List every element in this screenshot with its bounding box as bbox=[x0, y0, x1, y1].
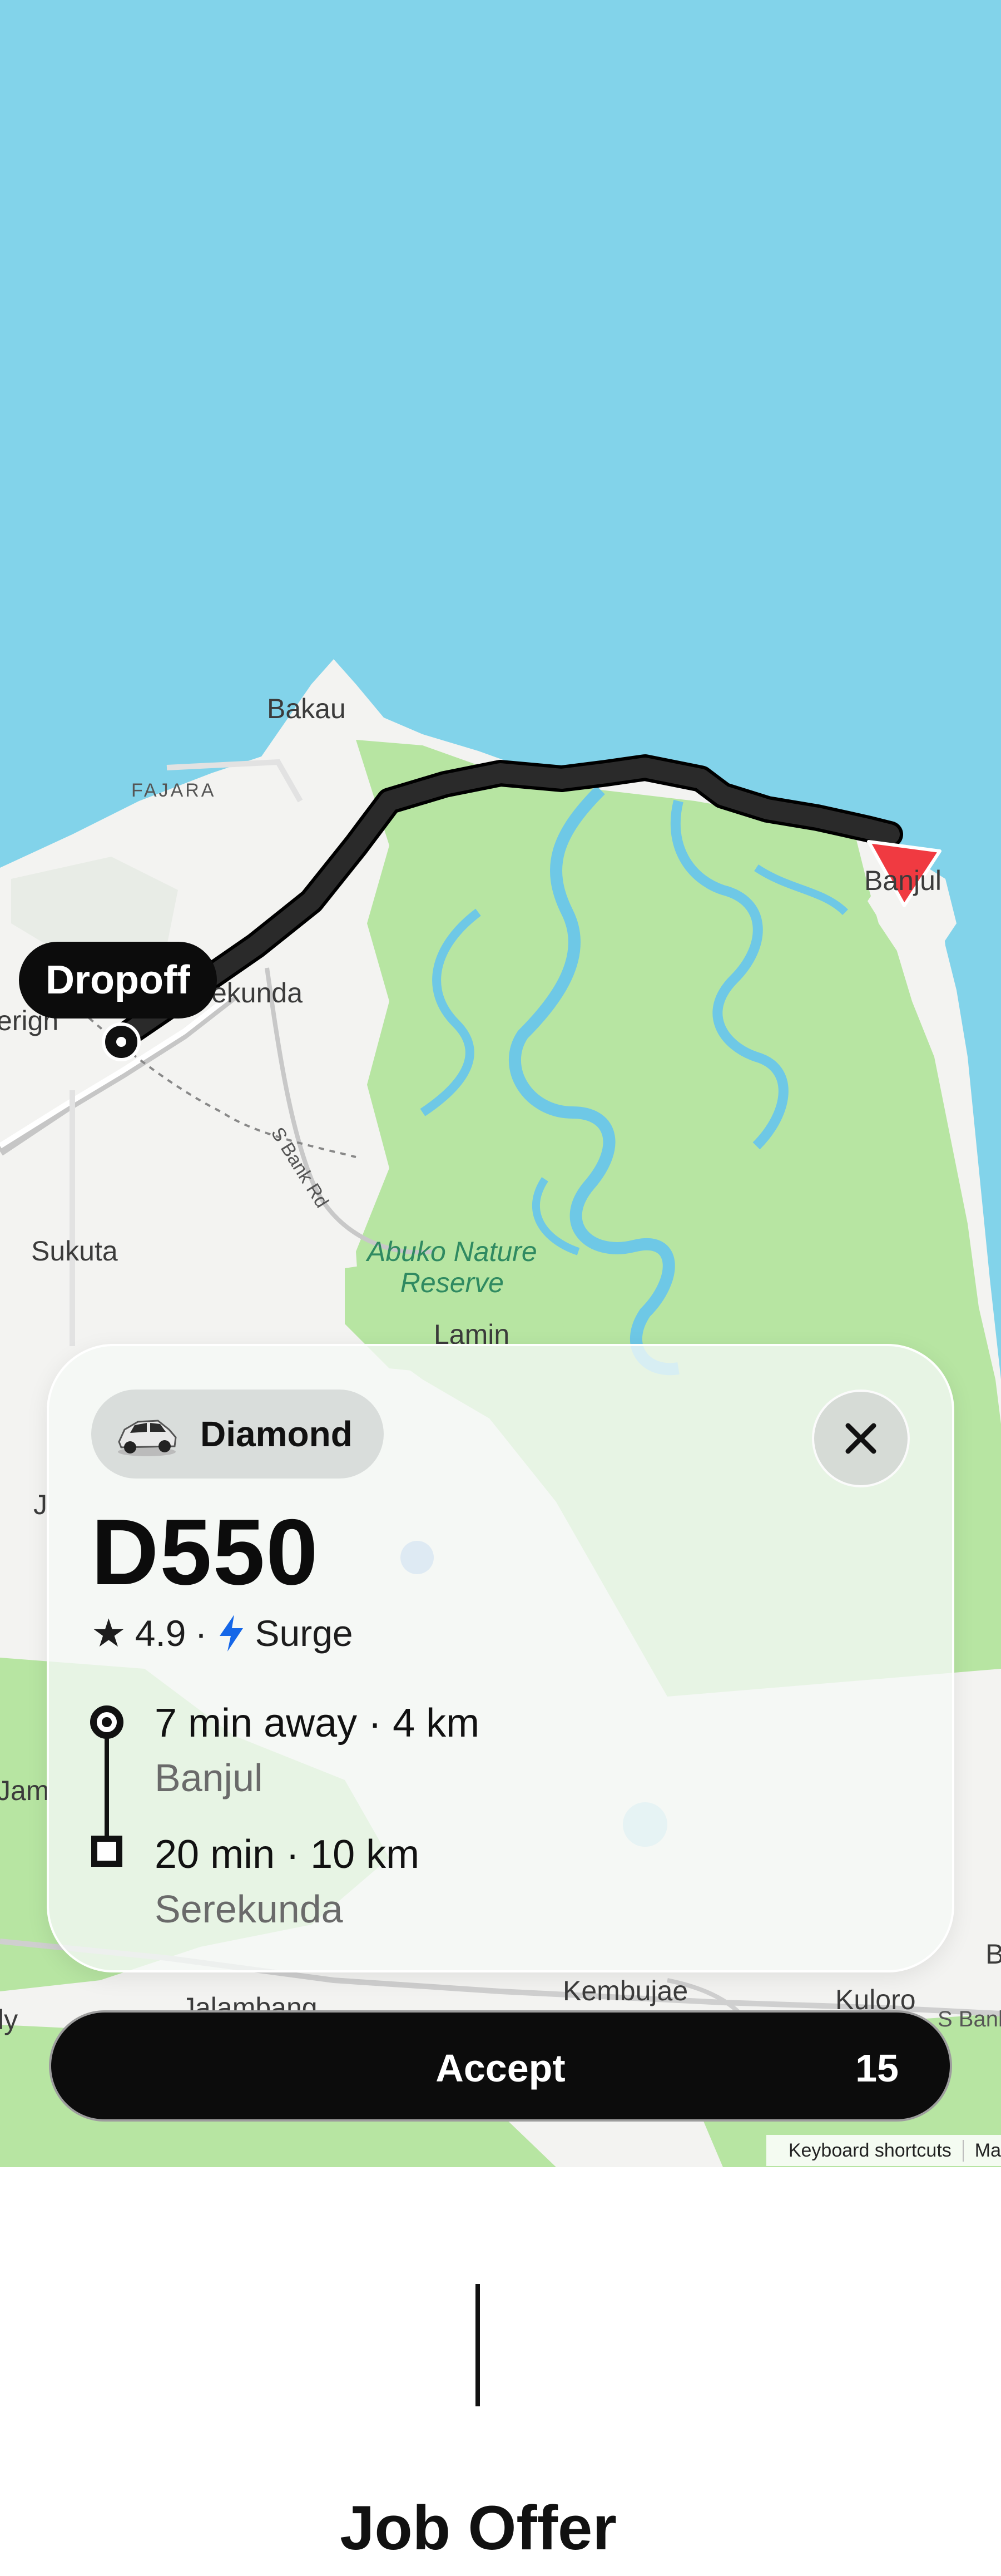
lightning-icon bbox=[219, 1615, 243, 1652]
map-label-b: B bbox=[985, 1939, 1001, 1970]
accept-label: Accept bbox=[435, 2046, 566, 2090]
route-connector bbox=[105, 1724, 109, 1847]
pickup-stop-icon bbox=[90, 1705, 123, 1739]
vehicle-plate: D550 bbox=[91, 1500, 319, 1604]
close-button[interactable] bbox=[812, 1390, 910, 1487]
star-icon: ★ bbox=[91, 1611, 126, 1655]
dropoff-stop-icon bbox=[91, 1836, 122, 1867]
vehicle-class-chip: Diamond bbox=[91, 1390, 384, 1479]
surge-label: Surge bbox=[255, 1613, 353, 1654]
close-icon bbox=[845, 1423, 876, 1454]
map-label-bakau: Bakau bbox=[267, 693, 346, 724]
keyboard-shortcuts-link[interactable]: Keyboard shortcuts bbox=[777, 2139, 964, 2162]
pickup-eta: 7 min away · 4 km bbox=[155, 1701, 480, 1746]
rating-value: 4.9 bbox=[135, 1613, 186, 1654]
accept-countdown: 15 bbox=[855, 2046, 899, 2090]
map-label-fajara: FAJARA bbox=[131, 780, 216, 801]
dropoff-eta: 20 min · 10 km bbox=[155, 1832, 420, 1877]
separator: · bbox=[195, 1613, 207, 1654]
dropoff-marker-icon bbox=[102, 1022, 141, 1061]
map-label-ly: ly bbox=[0, 2004, 18, 2035]
map-footer: Keyboard shortcuts Ma bbox=[766, 2135, 1001, 2166]
accept-button[interactable]: Accept 15 bbox=[49, 2010, 952, 2122]
page-title: Job Offer bbox=[340, 2493, 617, 2563]
dropoff-place: Serekunda bbox=[155, 1887, 343, 1931]
pickup-place: Banjul bbox=[155, 1756, 263, 1799]
dropoff-label: Dropoff bbox=[19, 942, 217, 1018]
map-label-j: J bbox=[33, 1489, 47, 1520]
map-label-serekunda: ekunda bbox=[211, 977, 303, 1008]
driver-meta: ★ 4.9 · Surge bbox=[91, 1611, 353, 1655]
vehicle-class-label: Diamond bbox=[200, 1414, 353, 1454]
job-offer-card: Diamond D550 ★ 4.9 · Surge 7 min away · … bbox=[47, 1344, 954, 1972]
map-data-link[interactable]: Ma bbox=[964, 2140, 1001, 2162]
map-label-jam: Jam bbox=[0, 1775, 49, 1806]
map-label-sukuta: Sukuta bbox=[31, 1235, 118, 1267]
map-label-abuko: Abuko Nature Reserve bbox=[367, 1236, 537, 1298]
map-label-kembujae: Kembujae bbox=[563, 1975, 688, 2006]
text-cursor bbox=[475, 2284, 480, 2406]
car-icon bbox=[118, 1420, 177, 1456]
map-label-banjul: Banjul bbox=[864, 865, 941, 896]
